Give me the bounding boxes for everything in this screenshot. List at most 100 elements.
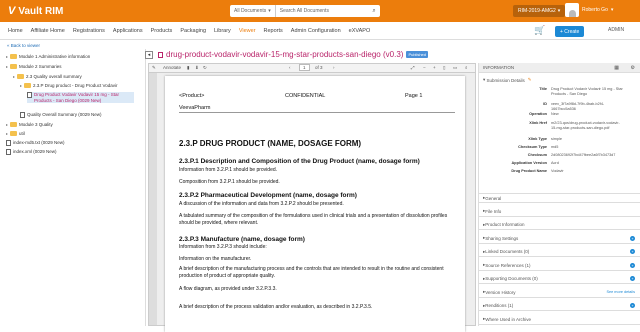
collapse-panel-button[interactable]: ◂ [145,51,153,59]
fullscreen-icon[interactable]: ⤢ [411,65,415,70]
tree-item[interactable]: ▸ 2.3.P Drug product - Drug Product Vodav… [20,83,142,89]
next-page-icon[interactable]: › [333,65,335,70]
info-section-renditions-1-[interactable]: ▸ Renditions (1) + [479,301,640,311]
info-section-sharing-settings[interactable]: ▸ Sharing Settings + [479,234,640,244]
info-field-key: Xlink Type [528,137,547,141]
page-input[interactable]: 1 [299,64,310,71]
thumbnail-gutter[interactable] [149,73,157,325]
info-section-version-history[interactable]: ▸ Version History See more details [479,288,640,298]
info-field: Operation New [493,112,623,117]
submission-details-section[interactable]: ▾ Submission Details ✎ [479,75,640,85]
info-section-label: File Info [485,208,502,214]
search-icon[interactable]: ⌕ [465,65,468,70]
view-toggle-icon[interactable]: ▦ [614,65,619,71]
see-more-details-link[interactable]: See more details [607,290,636,294]
nav-item-affiliate-home[interactable]: Affiliate Home [31,28,65,34]
info-field-key: Drug Product Name [511,169,547,173]
annotate-label[interactable]: Annotate [163,65,181,70]
fit-width-icon[interactable]: ▭ [453,65,457,71]
nav-item-packaging[interactable]: Packaging [180,28,206,34]
tree-item-label: 2.3 Quality overall summary [26,74,82,79]
tree-item[interactable]: index.xml (0029 New) [6,149,142,155]
info-section-source-references-1-[interactable]: ▸ Source References (1) + [479,261,640,271]
tree-item-label: Quality Overall Summary (0029 New) [27,112,102,117]
chevron-icon[interactable]: ▸ [6,54,8,60]
nav-item-products[interactable]: Products [151,28,173,34]
nav-item-applications[interactable]: Applications [113,28,143,34]
info-section-general[interactable]: ▸ General [479,193,640,203]
fit-page-icon[interactable]: ▯ [443,65,445,71]
document-icon [6,149,11,155]
zoom-in-icon[interactable]: + [433,65,436,70]
tree-item-label: Module 1 Administrative information [19,54,91,59]
info-field: Application Version Acrd [493,161,623,166]
information-panel: INFORMATION ▦ ⚙ ▾ Submission Details ✎ T… [478,63,640,326]
paragraph: A brief description of the process valid… [179,304,373,310]
vault-logo[interactable]: V Vault RIM [8,5,63,17]
info-field-key: Checksum [527,153,547,157]
global-search[interactable]: All Documents ▾ Search All Documents ⌕ [230,5,380,17]
info-field-key: Checksum Type [518,145,547,149]
tree-item[interactable]: ▸ 2.3 Quality overall summary [13,74,142,80]
info-section-supporting-documents-0-[interactable]: ▸ Supporting Documents (0) + [479,274,640,284]
user-menu[interactable]: Roberto Go ▾ [565,3,613,17]
page-header-center: CONFIDENTIAL [285,93,326,99]
document-icon [20,112,25,118]
nav-item-admin-configuration[interactable]: Admin Configuration [291,28,341,34]
admin-link[interactable]: ADMIN [608,27,624,33]
edit-pencil-icon[interactable]: ✎ [528,77,532,83]
zoom-out-icon[interactable]: − [423,65,426,70]
nav-item-home[interactable]: Home [8,28,23,34]
tree-item[interactable]: ▸ Module 3 Quality [6,122,142,128]
nav-item-library[interactable]: Library [214,28,231,34]
chevron-icon[interactable]: ▸ [6,131,8,137]
nav-item-viewer[interactable]: Viewer [239,28,256,34]
chevron-icon[interactable]: ▸ [13,74,15,80]
search-input[interactable]: Search All Documents [276,8,368,14]
paragraph: Information on the manufacturer. [179,256,252,262]
chevron-down-icon: ▾ [610,7,614,13]
add-icon[interactable]: + [630,235,635,241]
tree-item[interactable]: ▸ Module 2 Summaries [6,64,142,70]
info-section-linked-documents-0-[interactable]: ▸ Linked Documents (0) + [479,247,640,257]
info-field-value: New [551,112,559,116]
prev-page-icon[interactable]: ‹ [289,65,291,70]
create-button[interactable]: + Create [555,26,585,37]
info-field: Xlink Type simple [493,137,623,142]
status-badge: Published [406,51,429,58]
add-icon[interactable]: + [630,276,635,281]
folder-icon [10,131,18,136]
back-to-viewer-link[interactable]: « Back to viewer [7,43,40,48]
add-icon[interactable]: + [630,262,635,268]
refresh-icon[interactable]: ↻ [203,65,207,71]
info-section-product-information[interactable]: ▸ Product Information [479,220,640,230]
info-section-file-info[interactable]: ▸ File Info [479,207,640,217]
chevron-icon[interactable]: ▸ [6,64,8,70]
page-header-left: <Product> [179,93,205,99]
nav-item-reports[interactable]: Reports [264,28,283,34]
tree-item[interactable]: ▸ util [6,131,142,137]
settings-gear-icon[interactable]: ⚙ [631,65,635,71]
header-divider [179,112,455,113]
vault-selector[interactable]: RIM-2019-AMG2 ▾ [513,5,566,17]
veeva-v-icon: V [8,5,16,17]
add-icon[interactable]: + [630,249,635,254]
download-icon[interactable]: ⬇ [195,65,199,71]
tree-item[interactable]: index-md5.txt (0029 New) [6,140,142,146]
chevron-icon[interactable]: ▸ [6,122,8,128]
cart-icon[interactable]: 🛒 [534,25,545,36]
search-icon[interactable]: ⌕ [368,8,380,15]
chevron-icon[interactable]: ▸ [20,83,22,89]
tree-item-label: util [19,131,25,136]
annotate-icon[interactable]: ✎ [152,65,156,71]
folder-icon [10,122,18,127]
tree-item[interactable]: Drug Product Vodavir Vodavir 15 mg - Sta… [27,92,134,103]
tree-item[interactable]: ▸ Module 1 Administrative information [6,54,142,60]
info-section-where-used-in-archive[interactable]: ▸ Where Used in Archive [479,315,640,325]
add-icon[interactable]: + [630,303,635,308]
nav-item-registrations[interactable]: Registrations [73,28,105,34]
nav-item-exvapo[interactable]: eXVAPO [349,28,371,34]
search-scope-dropdown[interactable]: All Documents ▾ [230,5,276,17]
bookmark-icon[interactable]: ▮ [187,65,189,71]
tree-item[interactable]: Quality Overall Summary (0029 New) [20,112,142,118]
